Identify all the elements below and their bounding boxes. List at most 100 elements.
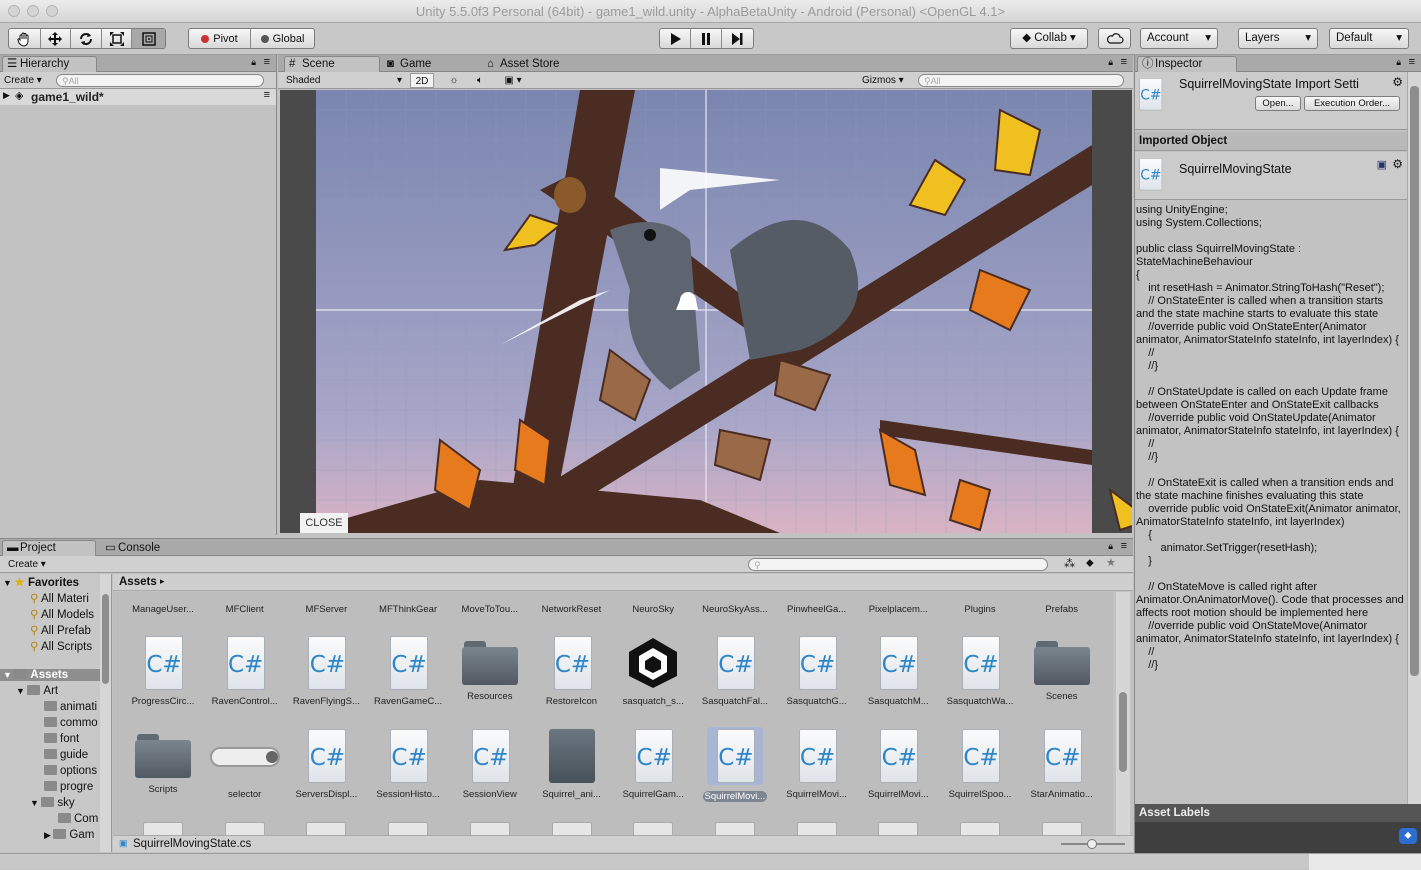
- asset-item[interactable]: NetworkReset: [532, 592, 612, 615]
- inspector-scroll-thumb[interactable]: [1410, 86, 1419, 676]
- asset-item[interactable]: C# SquirrelMovi...: [777, 729, 857, 800]
- move-tool-button[interactable]: [41, 29, 72, 48]
- lighting-toggle[interactable]: ☼: [444, 73, 464, 88]
- settings-gear-icon[interactable]: ⚙: [1392, 75, 1403, 89]
- asset-item[interactable]: MFServer: [286, 592, 366, 615]
- asset-item[interactable]: selector: [205, 729, 285, 800]
- hierarchy-create-button[interactable]: Create ▾: [4, 73, 52, 88]
- icon-size-slider-thumb[interactable]: [1087, 839, 1097, 849]
- asset-item[interactable]: [695, 822, 775, 835]
- asset-item[interactable]: [777, 822, 857, 835]
- gizmos-dropdown[interactable]: Gizmos ▾: [862, 73, 912, 88]
- effects-dropdown[interactable]: ▣ ▾: [498, 73, 528, 88]
- asset-item[interactable]: C# SasquatchM...: [858, 636, 938, 707]
- asset-item[interactable]: Pixelplacem...: [858, 592, 938, 615]
- asset-item[interactable]: C# ProgressCirc...: [123, 636, 203, 707]
- asset-item[interactable]: [123, 822, 203, 835]
- asset-item[interactable]: C# StarAnimatio...: [1022, 729, 1102, 800]
- tab-game[interactable]: ◙ Game: [382, 56, 480, 72]
- asset-item[interactable]: [368, 822, 448, 835]
- rect-tool-button[interactable]: [132, 29, 165, 48]
- settings-gear-icon[interactable]: ⚙: [1392, 157, 1403, 171]
- asset-item[interactable]: PinwheelGa...: [777, 592, 857, 615]
- panel-menu-icon[interactable]: ≡: [1409, 56, 1415, 68]
- asset-item[interactable]: C# ServersDispl...: [286, 729, 366, 800]
- play-button[interactable]: [660, 29, 692, 48]
- open-button[interactable]: Open...: [1255, 96, 1301, 111]
- panel-menu-icon[interactable]: ≡: [264, 56, 270, 68]
- execution-order-button[interactable]: Execution Order...: [1304, 96, 1400, 111]
- layers-dropdown[interactable]: Layers ▾: [1238, 28, 1318, 49]
- asset-item[interactable]: C# RavenControl...: [205, 636, 285, 707]
- asset-item[interactable]: Scenes: [1022, 636, 1102, 702]
- pause-button[interactable]: [691, 29, 722, 48]
- favorite-item[interactable]: ⚲ All Scripts: [30, 639, 92, 653]
- audio-toggle[interactable]: 🔈︎: [470, 73, 490, 88]
- asset-item[interactable]: C# SasquatchFal...: [695, 636, 775, 707]
- asset-item[interactable]: [613, 822, 693, 835]
- global-toggle[interactable]: Global: [251, 29, 314, 48]
- asset-item[interactable]: C# SasquatchG...: [777, 636, 857, 707]
- asset-item[interactable]: C# SessionHisto...: [368, 729, 448, 800]
- favorites-section[interactable]: ▼ ★ Favorites: [3, 575, 79, 589]
- pivot-toggle[interactable]: Pivot: [189, 29, 252, 48]
- asset-item[interactable]: C# SquirrelGam...: [613, 729, 693, 800]
- hand-tool-button[interactable]: [9, 29, 41, 48]
- project-create-button[interactable]: Create ▾: [8, 557, 56, 572]
- asset-item[interactable]: [1022, 822, 1102, 835]
- tree-folder[interactable]: Com: [58, 813, 98, 825]
- tree-folder[interactable]: animati: [44, 701, 97, 713]
- asset-item[interactable]: MoveToTou...: [450, 592, 530, 615]
- tab-hierarchy[interactable]: ☰ Hierarchy: [2, 56, 97, 72]
- asset-item[interactable]: [205, 822, 285, 835]
- layout-dropdown[interactable]: Default ▾: [1329, 28, 1409, 49]
- hierarchy-search-input[interactable]: ⚲All: [56, 74, 264, 87]
- asset-item[interactable]: NeuroSkyAss...: [695, 592, 775, 615]
- favorite-item[interactable]: ⚲ All Models: [30, 607, 94, 621]
- scene-viewport[interactable]: CLOSE: [280, 90, 1132, 533]
- asset-item[interactable]: MFThinkGear: [368, 592, 448, 615]
- tab-scene[interactable]: # Scene: [284, 56, 380, 72]
- filter-type-icon[interactable]: ⁂: [1064, 557, 1075, 570]
- step-button[interactable]: [722, 29, 753, 48]
- close-window-button[interactable]: [8, 5, 20, 17]
- book-help-icon[interactable]: ▣: [1377, 158, 1387, 171]
- account-dropdown[interactable]: Account ▾: [1140, 28, 1218, 49]
- expand-arrow-icon[interactable]: ▶: [3, 90, 10, 101]
- asset-item[interactable]: C# SquirrelMovi...: [858, 729, 938, 800]
- asset-item[interactable]: Scripts: [123, 729, 203, 795]
- tree-folder[interactable]: options: [44, 765, 97, 777]
- close-overlay-button[interactable]: CLOSE: [300, 513, 348, 533]
- rotate-tool-button[interactable]: [71, 29, 102, 48]
- lock-icon[interactable]: 🔒︎: [1108, 57, 1113, 68]
- asset-item[interactable]: NeuroSky: [613, 592, 693, 615]
- minimize-window-button[interactable]: [27, 5, 39, 17]
- asset-item[interactable]: C# SasquatchWa...: [940, 636, 1020, 707]
- tree-folder[interactable]: ▶ Gam: [44, 829, 94, 841]
- collab-dropdown[interactable]: ◆ Collab ▾: [1010, 28, 1088, 49]
- grid-scrollbar[interactable]: [1116, 592, 1130, 835]
- asset-item[interactable]: Prefabs: [1022, 592, 1102, 615]
- assets-root-item[interactable]: ▼ Assets: [0, 669, 100, 681]
- scene-menu-icon[interactable]: ≡: [264, 89, 270, 101]
- scene-search-input[interactable]: ⚲All: [918, 74, 1124, 87]
- lock-icon[interactable]: 🔒︎: [1108, 541, 1113, 552]
- asset-item[interactable]: ManageUser...: [123, 592, 203, 615]
- asset-item[interactable]: [858, 822, 938, 835]
- asset-item[interactable]: C# SquirrelMovi...: [695, 727, 775, 805]
- tree-folder[interactable]: progre: [44, 781, 93, 793]
- tab-project[interactable]: ▬ Project: [2, 540, 96, 556]
- asset-item[interactable]: Squirrel_ani...: [532, 729, 612, 800]
- favorite-item[interactable]: ⚲ All Prefab: [30, 623, 91, 637]
- filter-label-icon[interactable]: ⬥: [1086, 557, 1094, 570]
- shading-dropdown[interactable]: Shaded ▾: [286, 73, 404, 88]
- tree-scroll-thumb[interactable]: [102, 594, 109, 684]
- asset-item[interactable]: [940, 822, 1020, 835]
- asset-item[interactable]: C# SessionView: [450, 729, 530, 800]
- grid-scroll-thumb[interactable]: [1119, 692, 1127, 772]
- cloud-button[interactable]: [1098, 28, 1131, 49]
- tree-folder[interactable]: commo: [44, 717, 98, 729]
- asset-item[interactable]: [450, 822, 530, 835]
- zoom-window-button[interactable]: [46, 5, 58, 17]
- asset-item[interactable]: C# RavenFlyingS...: [286, 636, 366, 707]
